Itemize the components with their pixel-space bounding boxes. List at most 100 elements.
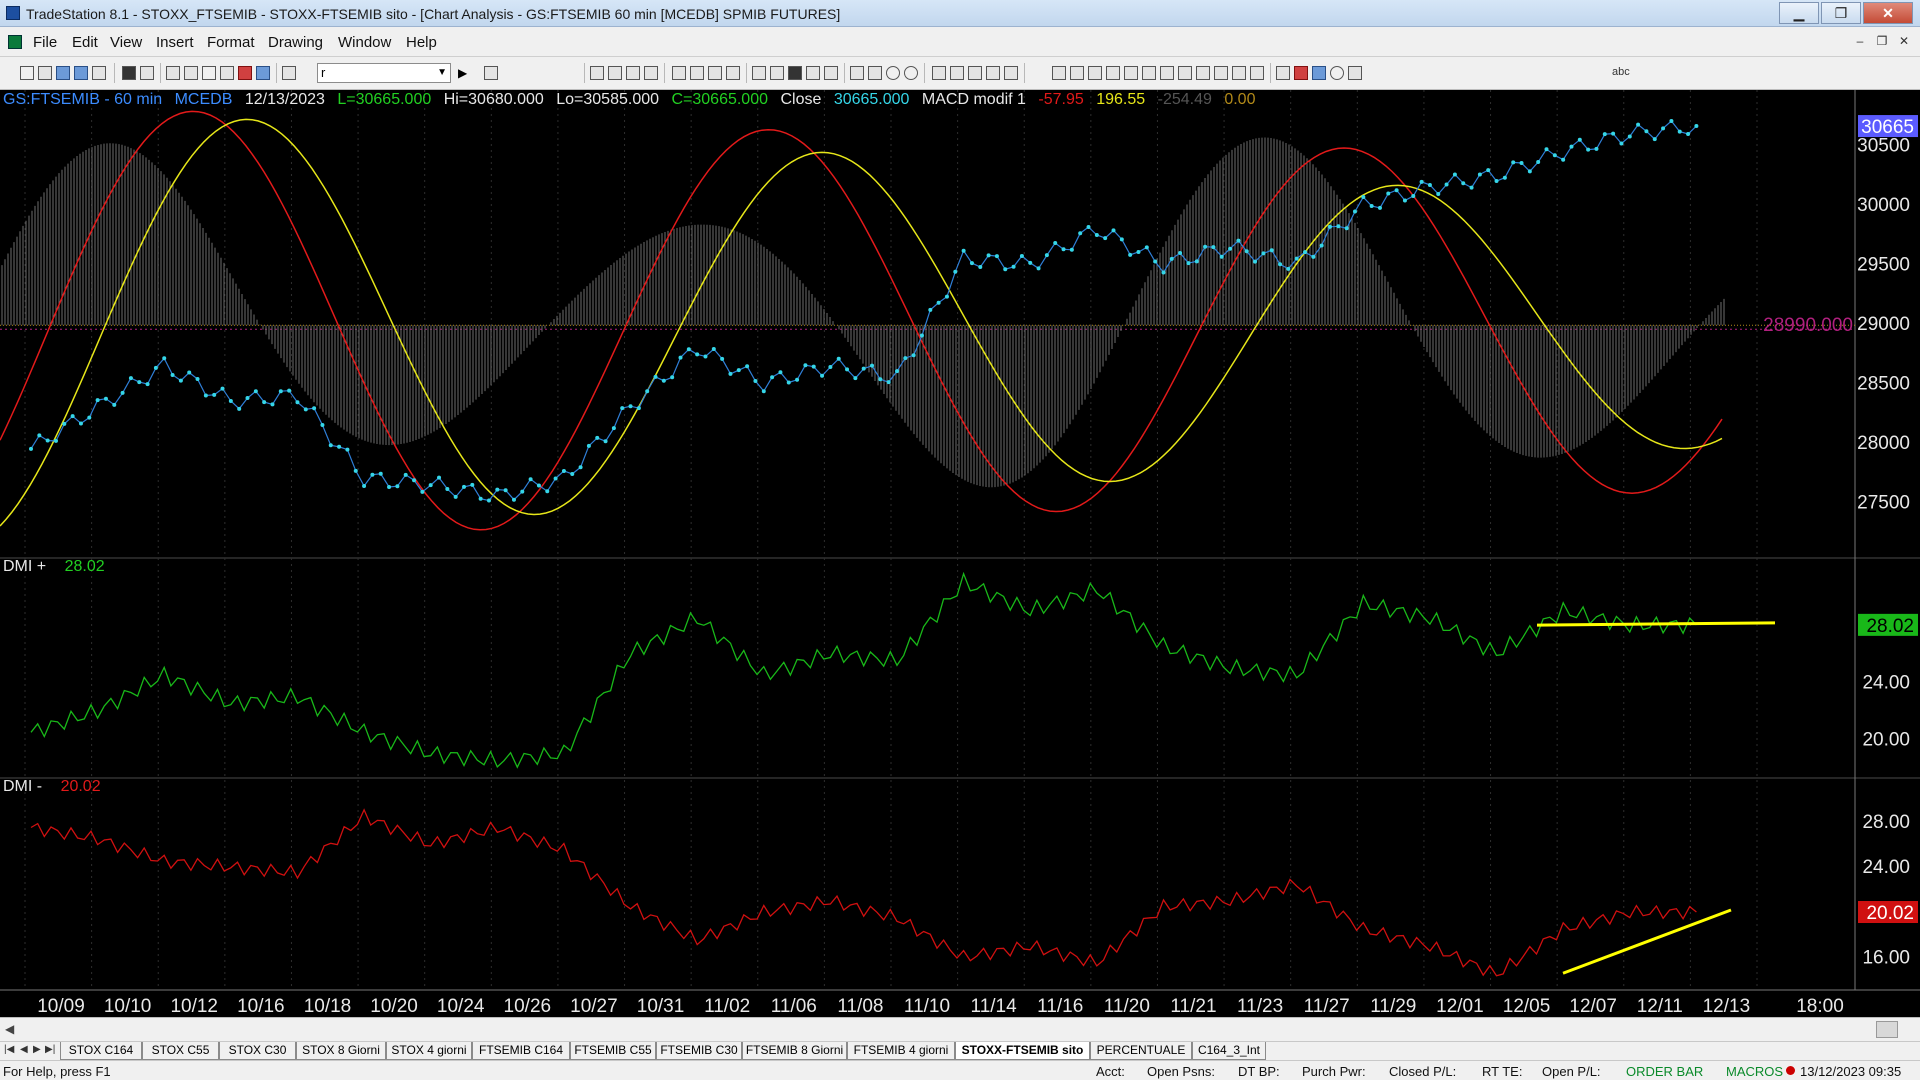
tab-first-icon[interactable]: |◀ — [4, 1044, 14, 1055]
play-icon[interactable]: ▶ — [458, 66, 472, 80]
menu-file[interactable]: File — [33, 34, 57, 51]
regression-icon[interactable] — [1232, 66, 1246, 80]
chart-analysis-window[interactable]: 30500 30000 29500 29000 28500 28000 27500 30665… — [0, 90, 1920, 1017]
price-point — [412, 478, 417, 483]
tab-next-icon[interactable]: ▶ — [33, 1044, 41, 1055]
curve-icon[interactable] — [1276, 66, 1290, 80]
format-icon[interactable] — [708, 66, 722, 80]
menu-help[interactable]: Help — [406, 34, 437, 51]
menu-window[interactable]: Window — [338, 34, 391, 51]
arc-icon[interactable] — [1214, 66, 1228, 80]
tab-9[interactable]: FTSEMIB 4 giorni — [847, 1042, 955, 1060]
candle-icon[interactable] — [806, 66, 820, 80]
hide-icon[interactable] — [690, 66, 704, 80]
scanner-icon[interactable] — [644, 66, 658, 80]
menu-drawing[interactable]: Drawing — [268, 34, 323, 51]
mdi-close-button[interactable]: ✕ — [1894, 34, 1914, 50]
symbol-combo[interactable]: r ▼ — [317, 63, 451, 83]
tab-11[interactable]: PERCENTUALE — [1090, 1042, 1192, 1060]
menu-format[interactable]: Format — [207, 34, 255, 51]
tab-6[interactable]: FTSEMIB C55 — [570, 1042, 656, 1060]
channel-icon[interactable] — [1106, 66, 1120, 80]
tab-10[interactable]: STOXX-FTSEMIB sito — [955, 1042, 1090, 1060]
arrow-up-icon[interactable] — [1312, 66, 1326, 80]
new-workspace-icon[interactable] — [38, 66, 52, 80]
bar-chart-icon[interactable] — [788, 66, 802, 80]
tab-7[interactable]: FTSEMIB C30 — [656, 1042, 742, 1060]
save-icon[interactable] — [92, 66, 106, 80]
tradestation-icon[interactable] — [8, 35, 22, 49]
close-button[interactable]: ✕ — [1863, 2, 1913, 24]
open-workspace-icon[interactable] — [74, 66, 88, 80]
tab-0[interactable]: STOX C164 — [60, 1042, 142, 1060]
scroll-thumb[interactable] — [1876, 1021, 1898, 1038]
price-point — [1061, 247, 1066, 252]
order-bar-button[interactable]: ORDER BAR — [1626, 1064, 1703, 1079]
horizontal-scrollbar[interactable]: ◀ — [0, 1017, 1920, 1041]
tab-last-icon[interactable]: ▶| — [45, 1044, 55, 1055]
tab-8[interactable]: FTSEMIB 8 Giorni — [742, 1042, 847, 1060]
insert-analysis-icon[interactable] — [672, 66, 686, 80]
price-point — [645, 389, 650, 394]
matrix-icon[interactable] — [626, 66, 640, 80]
zoom-in-icon[interactable] — [886, 66, 900, 80]
brush-icon[interactable] — [220, 66, 234, 80]
tab-1[interactable]: STOX C55 — [142, 1042, 219, 1060]
chart-canvas[interactable]: 30500 30000 29500 29000 28500 28000 27500 30665… — [0, 90, 1920, 1017]
ellipse-icon[interactable] — [1330, 66, 1344, 80]
andrews-pitchfork-icon[interactable] — [1160, 66, 1174, 80]
tab-4[interactable]: STOX 4 giorni — [386, 1042, 472, 1060]
minimize-button[interactable]: ▁ — [1779, 2, 1819, 24]
tools-icon[interactable] — [968, 66, 982, 80]
search-icon[interactable] — [484, 66, 498, 80]
chart-window-icon[interactable] — [590, 66, 604, 80]
macros-button[interactable]: MACROS — [1726, 1064, 1783, 1079]
vertical-line-icon[interactable] — [1088, 66, 1102, 80]
tab-5[interactable]: FTSEMIB C164 — [472, 1042, 570, 1060]
menu-view[interactable]: View — [110, 34, 142, 51]
horizontal-line-icon[interactable] — [1070, 66, 1084, 80]
data-window-icon[interactable] — [752, 66, 766, 80]
restore-button[interactable]: ❐ — [1821, 2, 1861, 24]
tab-prev-icon[interactable]: ◀ — [20, 1044, 28, 1055]
new-icon[interactable] — [20, 66, 34, 80]
save-all-icon[interactable] — [122, 66, 136, 80]
window-icon[interactable] — [166, 66, 180, 80]
rectangle-icon[interactable] — [1348, 66, 1362, 80]
open-icon[interactable] — [56, 66, 70, 80]
expand-icon[interactable] — [868, 66, 882, 80]
tab-2[interactable]: STOX C30 — [219, 1042, 296, 1060]
cycle-icon[interactable] — [1250, 66, 1264, 80]
refresh-icon[interactable] — [726, 66, 740, 80]
radar-icon[interactable] — [608, 66, 622, 80]
arrow-down-icon[interactable] — [1294, 66, 1308, 80]
bars-icon[interactable] — [824, 66, 838, 80]
symbol-icon[interactable] — [282, 66, 296, 80]
mdi-minimize-button[interactable]: – — [1850, 34, 1870, 50]
menu-insert[interactable]: Insert — [156, 34, 194, 51]
trendline-icon[interactable] — [1052, 66, 1066, 80]
compress-icon[interactable] — [850, 66, 864, 80]
color-icon[interactable] — [238, 66, 252, 80]
move-icon[interactable] — [950, 66, 964, 80]
tab-12[interactable]: C164_3_Int — [1192, 1042, 1266, 1060]
export-icon[interactable] — [986, 66, 1000, 80]
gann-icon[interactable] — [1142, 66, 1156, 80]
tracking-icon[interactable] — [770, 66, 784, 80]
fibonacci-icon[interactable] — [1124, 66, 1138, 80]
link-icon[interactable] — [256, 66, 270, 80]
windows-icon[interactable] — [184, 66, 198, 80]
properties-icon[interactable] — [1004, 66, 1018, 80]
chevron-down-icon[interactable]: ▼ — [437, 64, 447, 82]
arrow-horizontal-icon[interactable] — [1178, 66, 1192, 80]
pointer-icon[interactable] — [932, 66, 946, 80]
text-tool-label[interactable]: abc — [1612, 66, 1630, 78]
tab-3[interactable]: STOX 8 Giorni — [296, 1042, 386, 1060]
speed-lines-icon[interactable] — [1196, 66, 1210, 80]
menu-edit[interactable]: Edit — [72, 34, 98, 51]
lock-icon[interactable] — [202, 66, 216, 80]
scroll-left-icon[interactable]: ◀ — [5, 1022, 14, 1036]
zoom-out-icon[interactable] — [904, 66, 918, 80]
print-icon[interactable] — [140, 66, 154, 80]
mdi-restore-button[interactable]: ❐ — [1872, 34, 1892, 50]
